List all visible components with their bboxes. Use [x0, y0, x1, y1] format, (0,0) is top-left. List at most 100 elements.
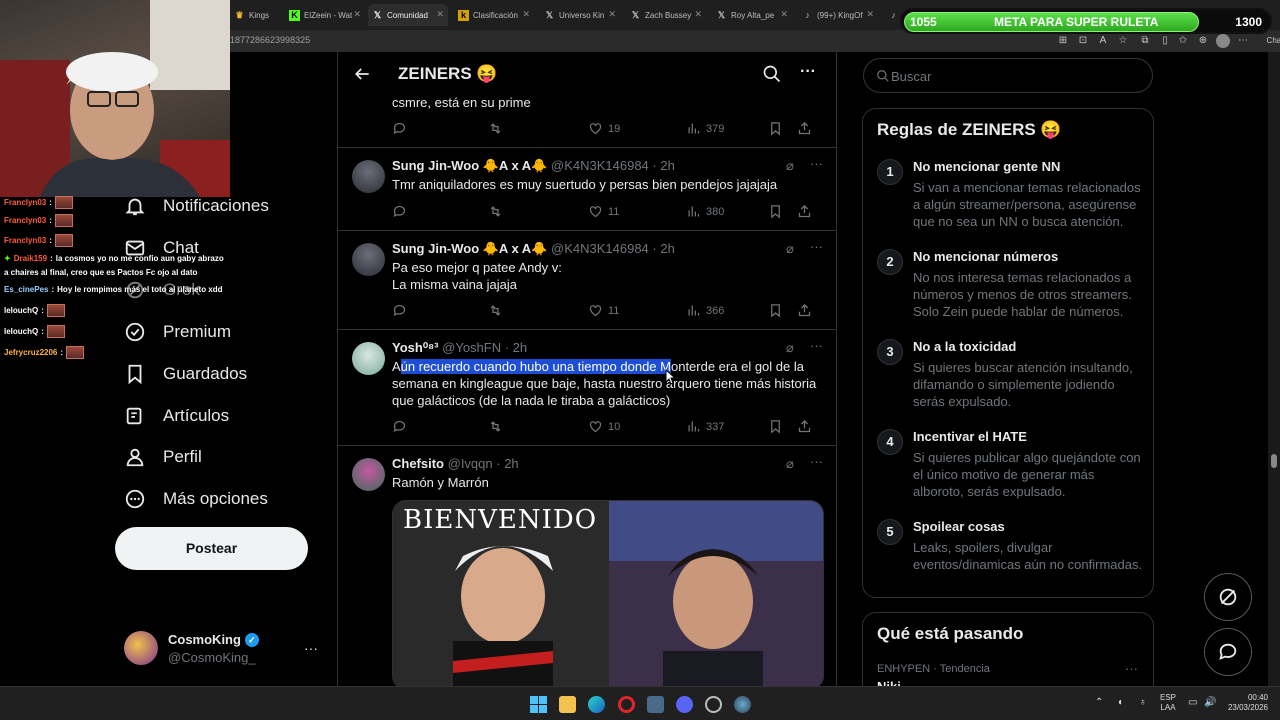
nav-item-more[interactable]: Más opciones — [124, 488, 268, 510]
start-icon[interactable] — [530, 696, 547, 713]
views-button[interactable]: 379 — [686, 121, 724, 136]
author-handle[interactable]: @YoshFN — [442, 340, 501, 355]
grok-icon[interactable]: ⌀ — [786, 456, 794, 472]
reply-button[interactable] — [392, 303, 407, 318]
browser-tab-active[interactable]: 𝕏 Comunidad ✕ — [368, 4, 448, 26]
bookmark-icon[interactable] — [768, 121, 783, 136]
url-text[interactable]: 1877286623998325 — [230, 35, 310, 45]
account-menu-icon[interactable]: ··· — [304, 640, 318, 656]
tweet-time[interactable]: 2h — [504, 456, 518, 471]
more-icon[interactable]: ⋯ — [1236, 34, 1250, 48]
scrollbar-thumb[interactable] — [1271, 454, 1277, 468]
share-icon[interactable] — [797, 303, 812, 318]
avatar[interactable] — [352, 160, 385, 193]
browser-tab[interactable]: ♪ (99+) KingOf ✕ — [798, 4, 878, 26]
share-icon[interactable] — [797, 419, 812, 434]
obs-icon[interactable] — [705, 696, 722, 713]
profile-avatar-icon[interactable] — [1216, 34, 1230, 48]
microphone-icon[interactable]: ♁ — [1139, 697, 1147, 708]
search-icon[interactable] — [762, 64, 782, 84]
close-icon[interactable]: ✕ — [436, 9, 444, 20]
more-icon[interactable]: ··· — [810, 338, 823, 353]
reader-icon[interactable]: ⊡ — [1076, 34, 1090, 48]
browser-tab[interactable]: k Clasificación ✕ — [454, 4, 534, 26]
edge-browser-icon[interactable] — [588, 696, 605, 713]
avatar[interactable] — [352, 243, 385, 276]
retweet-button[interactable] — [488, 303, 503, 318]
search-bar[interactable]: Buscar — [863, 58, 1153, 93]
copilot-chat-icon[interactable]: Chat — [1260, 34, 1280, 48]
grok-icon[interactable]: ⌀ — [786, 241, 794, 257]
nav-item-premium[interactable]: Premium — [124, 321, 231, 343]
tray-chevron-icon[interactable]: ⌃ — [1095, 697, 1103, 708]
nav-item-articles[interactable]: Artículos — [124, 405, 229, 427]
nav-item-grok[interactable]: Grok — [124, 279, 200, 301]
author-handle[interactable]: @Ivqqn — [448, 456, 493, 471]
nav-item-bookmarks[interactable]: Guardados — [124, 363, 247, 385]
file-explorer-icon[interactable] — [559, 696, 576, 713]
tweet[interactable]: Sung Jin-Woo 🐥A x A🐥 @K4N3K146984 · 2h ⌀… — [338, 148, 836, 231]
avatar[interactable] — [352, 342, 385, 375]
browser-tab[interactable]: K ElZeein - Wat ✕ — [285, 4, 365, 26]
post-button[interactable]: Postear — [115, 527, 308, 570]
more-icon[interactable]: ··· — [810, 454, 823, 469]
browser-tab[interactable]: 𝕏 Zach Bussey ✕ — [626, 4, 706, 26]
like-button[interactable]: 11 — [588, 303, 619, 318]
grok-fab[interactable] — [1204, 573, 1252, 621]
like-button[interactable]: 10 — [588, 419, 620, 434]
views-button[interactable]: 366 — [686, 303, 724, 318]
retweet-button[interactable] — [488, 419, 503, 434]
app-icon[interactable] — [647, 696, 664, 713]
language-indicator[interactable]: ESP LAA — [1160, 693, 1176, 713]
author-name[interactable]: Sung Jin-Woo 🐥A x A🐥 — [392, 241, 547, 256]
tweet-media-image[interactable]: BIENVENIDO — [392, 500, 824, 686]
share-icon[interactable] — [797, 204, 812, 219]
tweet[interactable]: Chefsito @Ivqqn · 2h ⌀ ··· Ramón y Marró… — [338, 446, 836, 686]
back-arrow-icon[interactable] — [352, 64, 372, 84]
browser-tab[interactable]: 𝕏 Roy Alta_pe ✕ — [712, 4, 792, 26]
account-avatar[interactable] — [124, 631, 158, 665]
author-name[interactable]: Yosh⁰⁸³ — [392, 340, 439, 355]
author-name[interactable]: Sung Jin-Woo 🐥A x A🐥 — [392, 158, 547, 173]
extensions-icon[interactable]: ⧉ — [1138, 34, 1152, 48]
nav-item-notifications[interactable]: Notificaciones — [124, 195, 269, 217]
author-handle[interactable]: @K4N3K146984 — [551, 158, 649, 173]
tweet-time[interactable]: 2h — [660, 158, 674, 173]
font-size-icon[interactable]: A — [1096, 34, 1110, 48]
tweet-time[interactable]: 2h — [513, 340, 527, 355]
discord-icon[interactable] — [676, 696, 693, 713]
nav-item-chat[interactable]: Chat — [124, 237, 199, 259]
close-icon[interactable]: ✕ — [608, 9, 616, 20]
reply-button[interactable] — [392, 204, 407, 219]
grok-icon[interactable]: ⌀ — [786, 340, 794, 356]
close-icon[interactable]: ✕ — [866, 9, 874, 20]
page-scrollbar[interactable] — [1268, 52, 1280, 686]
share-icon[interactable] — [797, 121, 812, 136]
author-handle[interactable]: @K4N3K146984 — [551, 241, 649, 256]
messages-fab[interactable] — [1204, 628, 1252, 676]
split-screen-icon[interactable]: ▯ — [1158, 34, 1172, 48]
close-icon[interactable]: ✕ — [780, 9, 788, 20]
views-button[interactable]: 337 — [686, 419, 724, 434]
retweet-button[interactable] — [488, 121, 503, 136]
globe-icon[interactable] — [734, 696, 751, 713]
reply-button[interactable] — [392, 419, 407, 434]
more-options-icon[interactable]: ··· — [800, 63, 816, 81]
more-icon[interactable]: ··· — [810, 156, 823, 171]
collections-icon[interactable]: ⊕ — [1196, 34, 1210, 48]
favorite-star-icon[interactable]: ☆ — [1116, 34, 1130, 48]
nav-item-profile[interactable]: Perfil — [124, 446, 202, 468]
author-name[interactable]: Chefsito — [392, 456, 444, 471]
views-button[interactable]: 380 — [686, 204, 724, 219]
grok-icon[interactable]: ⌀ — [786, 158, 794, 174]
bookmark-icon[interactable] — [768, 303, 783, 318]
browser-tab[interactable]: 𝕏 Universo Kin ✕ — [540, 4, 620, 26]
tray-app-icon[interactable]: ◐ — [1118, 697, 1124, 708]
bookmark-icon[interactable] — [768, 204, 783, 219]
opera-icon[interactable] — [618, 696, 635, 713]
install-icon[interactable]: ⊞ — [1056, 34, 1070, 48]
account-name-row[interactable]: CosmoKing ✓ — [168, 632, 259, 647]
close-icon[interactable]: ✕ — [522, 9, 530, 20]
more-icon[interactable]: ··· — [810, 239, 823, 254]
tweet-time[interactable]: 2h — [660, 241, 674, 256]
